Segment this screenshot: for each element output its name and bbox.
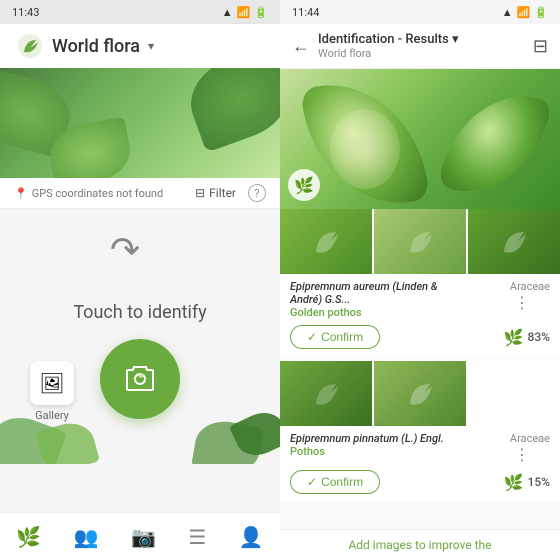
app-title: World flora xyxy=(52,36,140,57)
main-leaf-spots xyxy=(330,109,400,189)
right-panel: 11:44 ▲ 📶 🔋 ← Identification - Results ▾… xyxy=(280,0,560,560)
result-family-1: Araceae xyxy=(510,280,550,293)
result-photo-2c xyxy=(468,361,560,426)
result-common-1: Golden pothos xyxy=(290,306,450,319)
arrow-hint: ↷ xyxy=(110,229,140,271)
result-actions-1: ✓ Confirm 🌿 83% xyxy=(280,323,560,349)
app-header-left: World flora ▾ xyxy=(0,24,280,68)
app-logo xyxy=(16,32,44,60)
signal-icon: ▲ xyxy=(222,6,233,19)
result-family-2: Araceae xyxy=(510,432,550,445)
time-left: 11:43 xyxy=(12,6,39,19)
score-badge-2: 🌿 15% xyxy=(504,473,550,492)
result-item-1: Epipremnum aureum (Linden & André) G.S..… xyxy=(280,209,560,357)
bottom-nav-left: 🌿 👥 📷 ☰ 👤 xyxy=(0,512,280,560)
result-info-1: Epipremnum aureum (Linden & André) G.S..… xyxy=(280,274,560,323)
leaf-badge: 🌿 xyxy=(288,169,320,201)
status-icons-right: ▲ 📶 🔋 xyxy=(502,6,548,19)
checkmark-icon-2: ✓ xyxy=(307,475,317,489)
filter-icon: ⊟ xyxy=(195,186,205,200)
result-scientific-2: Epipremnum pinnatum (L.) Engl. xyxy=(290,432,444,445)
filter-button[interactable]: ⊟ Filter xyxy=(195,186,236,200)
toolbar-left: 📍 GPS coordinates not found ⊟ Filter ? xyxy=(0,178,280,209)
help-icon[interactable]: ? xyxy=(248,184,266,202)
list-icon: ☰ xyxy=(188,525,206,549)
result-actions-2: ✓ Confirm 🌿 15% xyxy=(280,468,560,494)
battery-icon: 🔋 xyxy=(254,6,268,19)
dropdown-arrow[interactable]: ▾ xyxy=(148,39,154,53)
results-header: ← Identification - Results ▾ World flora… xyxy=(280,24,560,69)
more-options-1[interactable]: ⋮ xyxy=(510,293,534,312)
gps-status: 📍 GPS coordinates not found xyxy=(14,187,163,200)
wifi-icon-right: 📶 xyxy=(517,6,531,19)
confirm-button-2[interactable]: ✓ Confirm xyxy=(290,470,380,494)
nav-item-community[interactable]: 👥 xyxy=(66,521,107,553)
profile-icon: 👤 xyxy=(239,525,264,549)
score-leaf-icon-1: 🌿 xyxy=(504,328,524,347)
more-options-2[interactable]: ⋮ xyxy=(510,445,534,464)
result-photos-1 xyxy=(280,209,560,274)
header-text: Identification - Results ▾ World flora xyxy=(318,32,525,60)
community-icon: 👥 xyxy=(74,525,99,549)
location-icon: 📍 xyxy=(14,187,28,200)
results-list: Epipremnum aureum (Linden & André) G.S..… xyxy=(280,209,560,529)
results-subtitle: World flora xyxy=(318,47,525,60)
time-right: 11:44 xyxy=(292,6,319,19)
filter-icon-right[interactable]: ⊟ xyxy=(533,36,548,57)
result-common-2: Pothos xyxy=(290,445,444,458)
hero-leaf-1 xyxy=(179,68,280,153)
flora-icon: 🌿 xyxy=(16,525,41,549)
result-photo-1c xyxy=(468,209,560,274)
nav-item-list[interactable]: ☰ xyxy=(180,521,214,553)
touch-hint: Touch to identify xyxy=(73,302,206,323)
score-leaf-icon-2: 🌿 xyxy=(504,473,524,492)
results-title: Identification - Results ▾ xyxy=(318,32,525,47)
result-photos-2 xyxy=(280,361,560,426)
nav-item-flora[interactable]: 🌿 xyxy=(8,521,49,553)
status-icons-left: ▲ 📶 🔋 xyxy=(222,6,268,19)
status-bar-left: 11:43 ▲ 📶 🔋 xyxy=(0,0,280,24)
status-bar-right: 11:44 ▲ 📶 🔋 xyxy=(280,0,560,24)
main-leaf-2 xyxy=(437,79,552,209)
result-scientific-1: Epipremnum aureum (Linden & André) G.S..… xyxy=(290,280,450,306)
result-photo-2b xyxy=(374,361,466,426)
nav-item-profile[interactable]: 👤 xyxy=(231,521,272,553)
result-photo-1b xyxy=(374,209,466,274)
score-badge-1: 🌿 83% xyxy=(504,328,550,347)
signal-icon-right: ▲ xyxy=(502,6,513,19)
add-images-banner[interactable]: Add images to improve the xyxy=(280,529,560,560)
result-info-2: Epipremnum pinnatum (L.) Engl. Pothos Ar… xyxy=(280,426,560,468)
back-button[interactable]: ← xyxy=(292,36,310,57)
bottom-decoration xyxy=(0,384,280,464)
checkmark-icon-1: ✓ xyxy=(307,330,317,344)
left-panel: 11:43 ▲ 📶 🔋 World flora ▾ 📍 GPS coordina… xyxy=(0,0,280,560)
nav-item-camera[interactable]: 📷 xyxy=(123,521,164,553)
result-photo-1a xyxy=(280,209,372,274)
camera-area: ↷ Touch to identify 🖼 Gallery xyxy=(0,209,280,512)
hero-image xyxy=(0,68,280,178)
camera-nav-icon: 📷 xyxy=(131,525,156,549)
confirm-button-1[interactable]: ✓ Confirm xyxy=(290,325,380,349)
result-item-2: Epipremnum pinnatum (L.) Engl. Pothos Ar… xyxy=(280,361,560,502)
main-identification-photo: 🌿 xyxy=(280,69,560,209)
battery-icon-right: 🔋 xyxy=(534,6,548,19)
result-photo-2a xyxy=(280,361,372,426)
wifi-icon: 📶 xyxy=(237,6,251,19)
